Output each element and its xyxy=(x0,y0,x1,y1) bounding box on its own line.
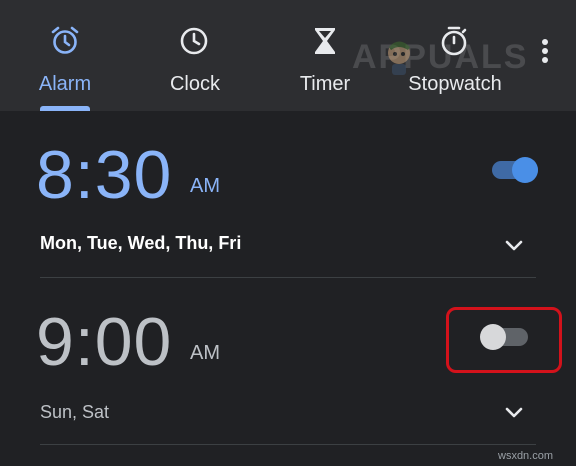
hourglass-icon xyxy=(315,28,335,54)
alarm-2-time[interactable]: 9:00 xyxy=(36,308,172,376)
tab-clock-label: Clock xyxy=(169,73,221,95)
stopwatch-icon xyxy=(441,26,467,56)
toggle-highlight-box xyxy=(446,307,562,373)
active-tab-indicator xyxy=(40,106,90,111)
alarm-2-days: Sun, Sat xyxy=(40,402,110,422)
alarm-1-divider xyxy=(40,277,536,278)
alarm-1-days: Mon, Tue, Wed, Thu, Fri xyxy=(40,233,242,253)
tab-alarm-label: Alarm xyxy=(38,73,92,95)
tab-alarm[interactable]: Alarm xyxy=(18,0,114,111)
alarm-2-ampm: AM xyxy=(190,342,220,364)
alarm-1-expand-chevron-icon[interactable] xyxy=(504,239,524,253)
tab-stopwatch-label: Stopwatch xyxy=(408,73,502,95)
top-tab-bar: Alarm Clock Timer Stopwatch APPUALS xyxy=(0,0,576,111)
more-vert-icon[interactable] xyxy=(534,36,556,66)
clock-icon xyxy=(180,27,208,55)
tab-clock[interactable]: Clock xyxy=(148,0,244,111)
alarm-1-time[interactable]: 8:30 xyxy=(36,141,172,209)
alarm-1-toggle[interactable] xyxy=(490,156,540,184)
source-credit: wsxdn.com xyxy=(498,450,554,462)
alarm-2-divider xyxy=(40,444,536,445)
tab-stopwatch[interactable]: Stopwatch xyxy=(400,0,512,111)
alarm-1-ampm: AM xyxy=(190,175,220,197)
alarm-clock-icon xyxy=(51,26,79,54)
tab-timer[interactable]: Timer xyxy=(278,0,374,111)
tab-timer-label: Timer xyxy=(299,73,351,95)
alarm-2-expand-chevron-icon[interactable] xyxy=(504,406,524,420)
alarm-1-toggle-thumb xyxy=(512,157,538,183)
clock-app: Alarm Clock Timer Stopwatch APPUALS 8:30… xyxy=(0,0,576,466)
